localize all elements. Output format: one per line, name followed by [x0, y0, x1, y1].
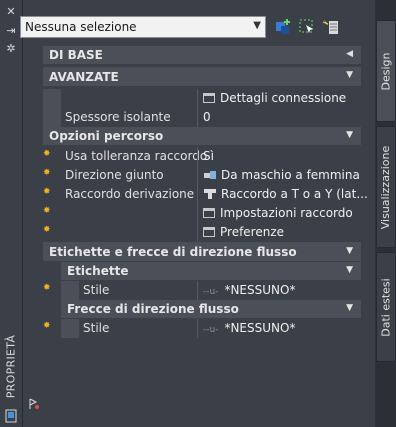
required-star-icon: ✸ — [43, 168, 51, 178]
collapse-down-icon: ▼ — [346, 303, 353, 313]
dialog-icon — [203, 227, 215, 237]
row-preferenze[interactable]: ✸ Preferenze — [43, 223, 361, 242]
collapse-down-icon: ▼ — [346, 246, 353, 256]
row-spessore-isolante[interactable]: Spessore isolante 0 — [43, 108, 361, 127]
dialog-icon — [203, 93, 215, 103]
row-stile-etichette[interactable]: ✸ Stile --u- *NESSUNO* — [43, 281, 361, 300]
dialog-icon — [203, 208, 215, 218]
section-etichette[interactable]: Etichette ▼ — [43, 262, 361, 281]
row-impostazioni-raccordo[interactable]: ✸ Impostazioni raccordo — [43, 204, 361, 223]
section-etichette-frecce[interactable]: Etichette e frecce di direzione flusso ▼ — [43, 242, 361, 262]
collapse-down-icon: ▼ — [346, 265, 353, 275]
collapse-left-icon: ◀ — [346, 49, 353, 59]
required-star-icon: ✸ — [43, 283, 51, 293]
select-objects-icon[interactable] — [298, 18, 316, 36]
toggle-pickadd-icon[interactable] — [274, 18, 292, 36]
row-dettagli-connessione[interactable]: Dettagli connessione — [43, 89, 361, 108]
required-star-icon: ✸ — [43, 225, 51, 235]
tab-design[interactable]: Design — [376, 20, 396, 122]
required-star-icon: ✸ — [43, 206, 51, 216]
tab-dati-estesi[interactable]: Dati estesi — [376, 252, 396, 362]
row-raccordo-derivazione[interactable]: ✸ Raccordo derivazione Raccordo a T o a … — [43, 185, 368, 204]
close-icon[interactable]: ✕ — [4, 5, 18, 19]
palette-menu-icon[interactable] — [4, 409, 18, 423]
section-frecce[interactable]: Frecce di direzione flusso ▼ — [43, 300, 361, 319]
selection-dropdown[interactable]: Nessuna selezione ▼ — [20, 16, 266, 38]
section-opzioni-percorso[interactable]: Opzioni percorso ▼ — [43, 127, 361, 146]
collapse-down-icon: ▼ — [346, 130, 353, 140]
palette-title-bar: ✕ ⇥ ✲ PROPRIETÀ — [0, 0, 23, 427]
section-di-base[interactable]: DI BASE ◀ — [43, 46, 361, 65]
settings-icon[interactable]: ✲ — [4, 42, 18, 56]
required-star-icon: ✸ — [43, 187, 51, 197]
chevron-down-icon: ▼ — [253, 20, 261, 31]
collapse-down-icon: ▼ — [346, 70, 353, 80]
tab-visualizzazione[interactable]: Visualizzazione — [376, 126, 396, 248]
required-star-icon: ✸ — [43, 149, 51, 159]
section-avanzate[interactable]: AVANZATE ▼ — [43, 67, 361, 87]
joint-direction-icon — [204, 171, 216, 179]
quick-select-icon[interactable] — [322, 18, 340, 36]
tee-fitting-icon — [204, 189, 216, 199]
autohide-icon[interactable]: ⇥ — [4, 24, 18, 38]
palette-title: PROPRIETÀ — [4, 334, 18, 398]
row-direzione-giunto[interactable]: ✸ Direzione giunto Da maschio a femmina — [43, 166, 361, 185]
palette-bottom-icon[interactable] — [27, 397, 41, 411]
vertical-tab-strip: Design Visualizzazione Dati estesi — [376, 0, 396, 427]
row-usa-tolleranza[interactable]: ✸ Usa tolleranza raccordo Sì — [43, 147, 361, 166]
row-stile-frecce[interactable]: ✸ Stile --u- *NESSUNO* — [43, 319, 361, 338]
required-star-icon: ✸ — [43, 321, 51, 331]
